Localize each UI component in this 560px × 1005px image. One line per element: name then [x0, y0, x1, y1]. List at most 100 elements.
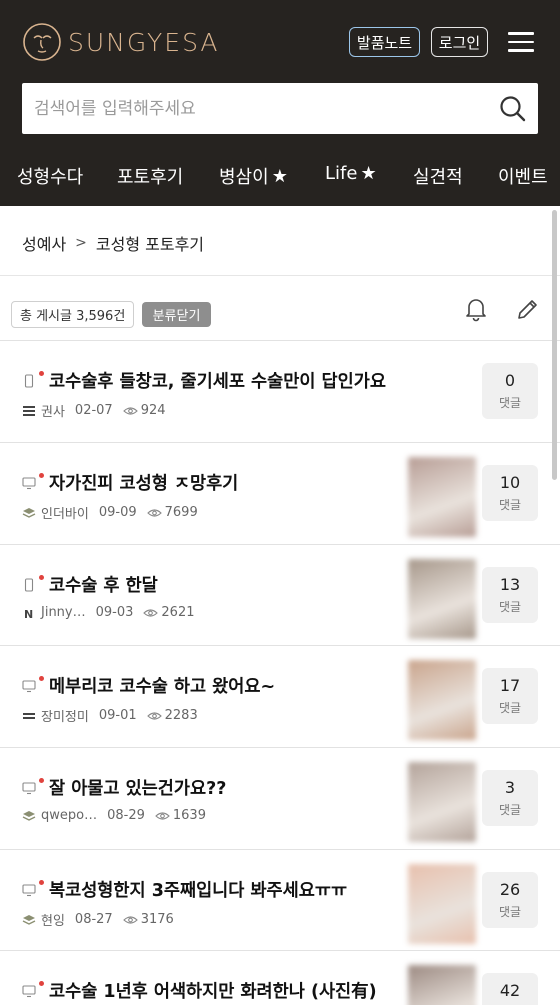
nav-label: 이벤트	[498, 167, 548, 188]
grade-bars-icon	[23, 405, 35, 416]
post-author[interactable]: 현잉	[41, 910, 65, 929]
total-posts-badge: 총 게시글 3,596건	[11, 301, 135, 328]
post-title[interactable]: 자가진피 코성형 ㅈ망후기	[49, 470, 238, 495]
post-date: 09-03	[95, 605, 134, 620]
mobile-icon	[24, 373, 34, 388]
post-row[interactable]: 코수술 1년후 어색하지만 화려한나 (사진有) 42댓글	[0, 950, 560, 1005]
post-views: 3176	[140, 912, 174, 927]
star-icon: ★	[360, 163, 377, 184]
post-row[interactable]: 코수술 후 한달 N Jinny… 09-03 2621 13 댓글	[0, 544, 560, 645]
post-thumbnail[interactable]	[408, 864, 476, 944]
eye-icon	[146, 508, 162, 517]
breadcrumb-root[interactable]: 성예사	[22, 231, 66, 255]
post-row[interactable]: 메부리코 코수술 하고 왔어요~ 장미정미 09-01 2283 17 댓글	[0, 645, 560, 746]
nav-label: Life	[325, 163, 358, 184]
nav-item-0[interactable]: 성형수다	[17, 163, 83, 189]
comment-count-box[interactable]: 10 댓글	[482, 465, 538, 521]
post-title[interactable]: 코수술후 들창코, 줄기세포 수술만이 답인가요	[49, 368, 386, 393]
pencil-icon[interactable]	[515, 297, 540, 322]
category-close-button[interactable]: 분류닫기	[142, 302, 211, 327]
nav-item-1[interactable]: 포토후기	[117, 163, 183, 189]
post-title[interactable]: 복코성형한지 3주째입니다 봐주세요ㅠㅠ	[49, 877, 347, 902]
post-author[interactable]: 인더바이	[41, 503, 89, 522]
new-dot-icon	[39, 575, 44, 580]
post-thumbnail[interactable]	[408, 762, 476, 842]
comment-label: 댓글	[498, 701, 522, 715]
post-meta: N Jinny… 09-03 2621	[22, 605, 195, 620]
comment-count-box[interactable]: 42댓글	[482, 973, 538, 1005]
post-meta: 인더바이 09-09 7699	[22, 503, 198, 522]
grade-layers-icon	[22, 914, 36, 925]
post-thumbnail[interactable]	[408, 559, 476, 639]
post-thumbnail[interactable]	[408, 457, 476, 537]
post-views: 1639	[172, 808, 206, 823]
eye-icon	[122, 406, 138, 415]
bell-icon[interactable]	[463, 296, 489, 322]
post-author[interactable]: 장미정미	[41, 706, 89, 725]
post-meta: 권사 02-07 924	[22, 401, 166, 420]
nav-item-2[interactable]: 병삼이 ★	[219, 163, 288, 189]
grade-new-icon: N	[24, 608, 33, 619]
new-dot-icon	[39, 778, 44, 783]
comment-count-box[interactable]: 3 댓글	[482, 770, 538, 826]
post-meta: 현잉 08-27 3176	[22, 910, 174, 929]
brand-name: SUNGYESA	[68, 27, 220, 57]
nav-item-3[interactable]: Life ★	[325, 163, 377, 184]
pc-icon	[22, 984, 36, 997]
eye-icon	[143, 608, 159, 617]
nav-item-5[interactable]: 이벤트	[498, 163, 548, 189]
post-date: 02-07	[74, 403, 113, 418]
post-title[interactable]: 잘 아물고 있는건가요??	[49, 775, 226, 800]
comment-count-box[interactable]: 17 댓글	[482, 668, 538, 724]
post-thumbnail[interactable]	[408, 660, 476, 740]
breadcrumb-current[interactable]: 코성형 포토후기	[96, 231, 204, 255]
search-icon[interactable]	[499, 95, 526, 122]
comment-count-box[interactable]: 13 댓글	[482, 567, 538, 623]
pc-icon	[22, 883, 36, 896]
post-title[interactable]: 메부리코 코수술 하고 왔어요~	[49, 673, 275, 698]
login-button[interactable]: 로그인	[431, 27, 488, 57]
post-author[interactable]: 권사	[41, 401, 65, 420]
post-row[interactable]: 잘 아물고 있는건가요?? qwepo… 08-29 1639 3 댓글	[0, 747, 560, 848]
comment-count-box[interactable]: 26 댓글	[482, 872, 538, 928]
comment-label: 댓글	[498, 396, 522, 410]
post-views: 2283	[164, 708, 198, 723]
new-dot-icon	[39, 676, 44, 681]
comment-count-box[interactable]: 0 댓글	[482, 363, 538, 419]
post-row[interactable]: 코수술후 들창코, 줄기세포 수술만이 답인가요 권사 02-07 924 0 댓글	[0, 340, 560, 441]
post-meta: qwepo… 08-29 1639	[22, 808, 206, 823]
post-row[interactable]: 복코성형한지 3주째입니다 봐주세요ㅠㅠ 현잉 08-27 3176 26 댓글	[0, 849, 560, 950]
post-title-line: 자가진피 코성형 ㅈ망후기	[22, 470, 238, 495]
nav-label: 성형수다	[17, 167, 84, 188]
comment-label: 댓글	[498, 600, 522, 614]
scrollbar[interactable]	[552, 210, 557, 480]
post-title[interactable]: 코수술 후 한달	[49, 572, 158, 597]
comment-label: 댓글	[498, 905, 522, 919]
brand-logo[interactable]: SUNGYESA	[22, 22, 220, 62]
post-author[interactable]: qwepo…	[41, 808, 97, 823]
post-date: 09-09	[98, 505, 137, 520]
comment-count: 17	[499, 676, 521, 695]
post-title-line: 코수술후 들창코, 줄기세포 수술만이 답인가요	[22, 368, 386, 393]
comment-count: 42	[499, 981, 521, 1000]
grade-bars-icon	[23, 712, 35, 719]
divider	[0, 275, 560, 276]
post-title[interactable]: 코수술 1년후 어색하지만 화려한나 (사진有)	[49, 978, 377, 1003]
post-title-line: 잘 아물고 있는건가요??	[22, 775, 226, 800]
eye-icon	[122, 915, 138, 924]
comment-count: 26	[499, 880, 521, 899]
mobile-icon	[24, 577, 34, 592]
breadcrumb: 성예사 > 코성형 포토후기	[22, 231, 204, 255]
post-views: 2621	[161, 605, 195, 620]
post-row[interactable]: 자가진피 코성형 ㅈ망후기 인더바이 09-09 7699 10 댓글	[0, 442, 560, 543]
nav-label: 병삼이	[219, 167, 269, 188]
search-input[interactable]	[22, 83, 492, 134]
menu-icon[interactable]	[508, 32, 534, 52]
breadcrumb-separator: >	[75, 235, 87, 251]
comment-count: 10	[499, 473, 521, 492]
comment-count: 13	[499, 575, 521, 594]
post-author[interactable]: Jinny…	[41, 605, 86, 620]
nav-item-4[interactable]: 실견적	[413, 163, 463, 189]
note-button[interactable]: 발품노트	[349, 27, 420, 57]
post-thumbnail[interactable]	[408, 965, 476, 1005]
